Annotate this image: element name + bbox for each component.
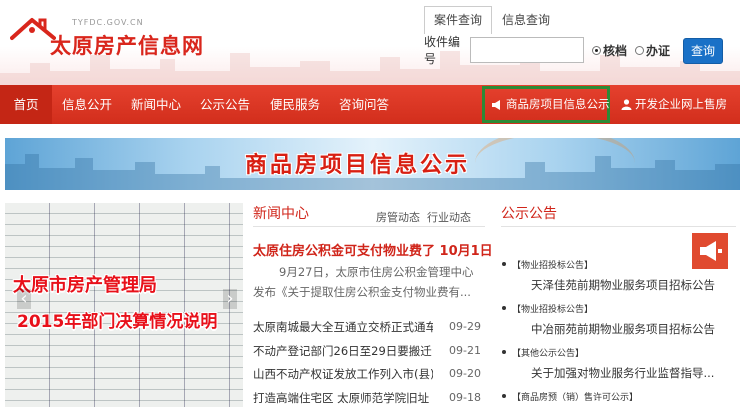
nav-item-news-center[interactable]: 新闻中心 [131,85,181,124]
radio-verify[interactable]: 核档 [592,42,627,59]
main-nav: 首页 信息公开 新闻中心 公示公告 便民服务 咨询问答 商品房项目信息公示 开发… [0,85,740,124]
receipt-number-input[interactable] [470,37,584,63]
megaphone-icon [492,99,500,110]
site-header: TYFDC.GOV.CN 太原房产信息网 案件查询 信息查询 收件编号 核档 办… [0,0,740,85]
news-section: 新闻中心 房管动态 行业动态 太原住房公积金可支付物业费了 10月1日 9月27… [253,203,493,407]
news-headline[interactable]: 太原住房公积金可支付物业费了 10月1日 [253,240,493,259]
query-button[interactable]: 查询 [683,38,723,64]
news-item-date: 09-21 [449,344,481,357]
radio-certificate-label: 办证 [646,43,671,58]
announcement-item[interactable]: 天泽佳苑前期物业服务项目招标公告 [531,277,715,293]
nav-item-info-disclosure[interactable]: 信息公开 [62,85,112,124]
logo-url-text: TYFDC.GOV.CN [72,18,144,27]
announcement-item[interactable]: 中冶丽苑前期物业服务项目招标公告 [531,321,715,337]
slide-spreadsheet-image [5,203,243,407]
radio-verify-label: 核档 [603,43,628,58]
news-item[interactable]: 不动产登记部门26日至29日要搬迁 09-21 [253,340,485,362]
search-tabs: 案件查询 信息查询 [424,6,560,34]
radio-selected-icon [592,45,601,55]
news-item-date: 09-18 [449,391,481,404]
news-item-title: 山西不动产权证发放工作列入市(县) [253,367,433,381]
tab-industry-news[interactable]: 行业动态 [427,209,471,225]
tab-case-query[interactable]: 案件查询 [424,6,492,34]
nav-item-consultation[interactable]: 咨询问答 [339,85,389,124]
radio-certificate[interactable]: 办证 [635,42,670,59]
radio-unselected-icon [635,45,645,55]
slide-prev-arrow-icon[interactable]: ‹ [17,289,31,309]
nav-item-online-sales-label: 开发企业网上售房 [635,97,727,111]
user-icon [621,99,632,110]
news-item[interactable]: 山西不动产权证发放工作列入市(县) 09-20 [253,363,485,385]
banner-title: 商品房项目信息公示 [245,153,471,178]
logo-title: 太原房产信息网 [50,34,204,58]
announcement-category: 【物业招投标公告】 [501,258,593,271]
rainbow-decoration [475,138,635,190]
announcement-section-title: 公示公告 [501,206,557,222]
nav-item-announcements[interactable]: 公示公告 [200,85,250,124]
banner-housing-project-info[interactable]: 商品房项目信息公示 [5,138,740,190]
news-header: 新闻中心 房管动态 行业动态 [253,203,485,227]
news-item-title: 太原南城最大全互通立交桥正式通车 [253,320,433,334]
tab-housing-news[interactable]: 房管动态 [376,209,420,225]
slideshow[interactable]: 太原市房产管理局 2015年部门决算情况说明 ‹ › [5,203,243,407]
announcement-item[interactable]: 关于加强对物业服务行业监督指导... [531,365,714,381]
news-section-title: 新闻中心 [253,206,309,222]
news-summary: 9月27日，太原市住房公积金管理中心发布《关于提取住房公积金支付物业费有... [253,265,474,299]
announcement-category: 【物业招投标公告】 [501,302,593,315]
slide-next-arrow-icon[interactable]: › [223,289,237,309]
nav-item-online-sales[interactable]: 开发企业网上售房 [621,85,727,124]
news-item-date: 09-29 [449,320,481,333]
receipt-number-label: 收件编号 [424,35,461,66]
news-item[interactable]: 太原南城最大全互通立交桥正式通车 09-29 [253,316,485,338]
nav-item-housing-project-info[interactable]: 商品房项目信息公示 [491,85,610,124]
nav-item-home[interactable]: 首页 [0,85,52,124]
announcement-category: 【其他公示公告】 [501,346,584,359]
tab-info-query[interactable]: 信息查询 [492,6,560,34]
announcement-section: 公示公告 【物业招投标公告】 天泽佳苑前期物业服务项目招标公告 【物业招投标公告… [501,203,736,407]
announcement-category[interactable]: 【商品房预（销）售许可公示】 [501,390,638,403]
slide-caption-line2: 2015年部门决算情况说明 [17,312,218,332]
news-item-title: 不动产登记部门26日至29日要搬迁 [253,344,432,358]
nav-item-housing-project-info-label: 商品房项目信息公示 [506,97,610,111]
nav-item-public-services[interactable]: 便民服务 [270,85,320,124]
search-form: 收件编号 核档 办证 [424,35,670,66]
news-item-title: 打造高端住宅区 太原师范学院旧址 [253,391,430,405]
slide-caption-line1: 太原市房产管理局 [13,275,157,296]
news-item-date: 09-20 [449,367,481,380]
news-item[interactable]: 打造高端住宅区 太原师范学院旧址 09-18 [253,387,485,407]
announcement-megaphone-icon [692,233,728,269]
announcement-header: 公示公告 [501,203,736,227]
